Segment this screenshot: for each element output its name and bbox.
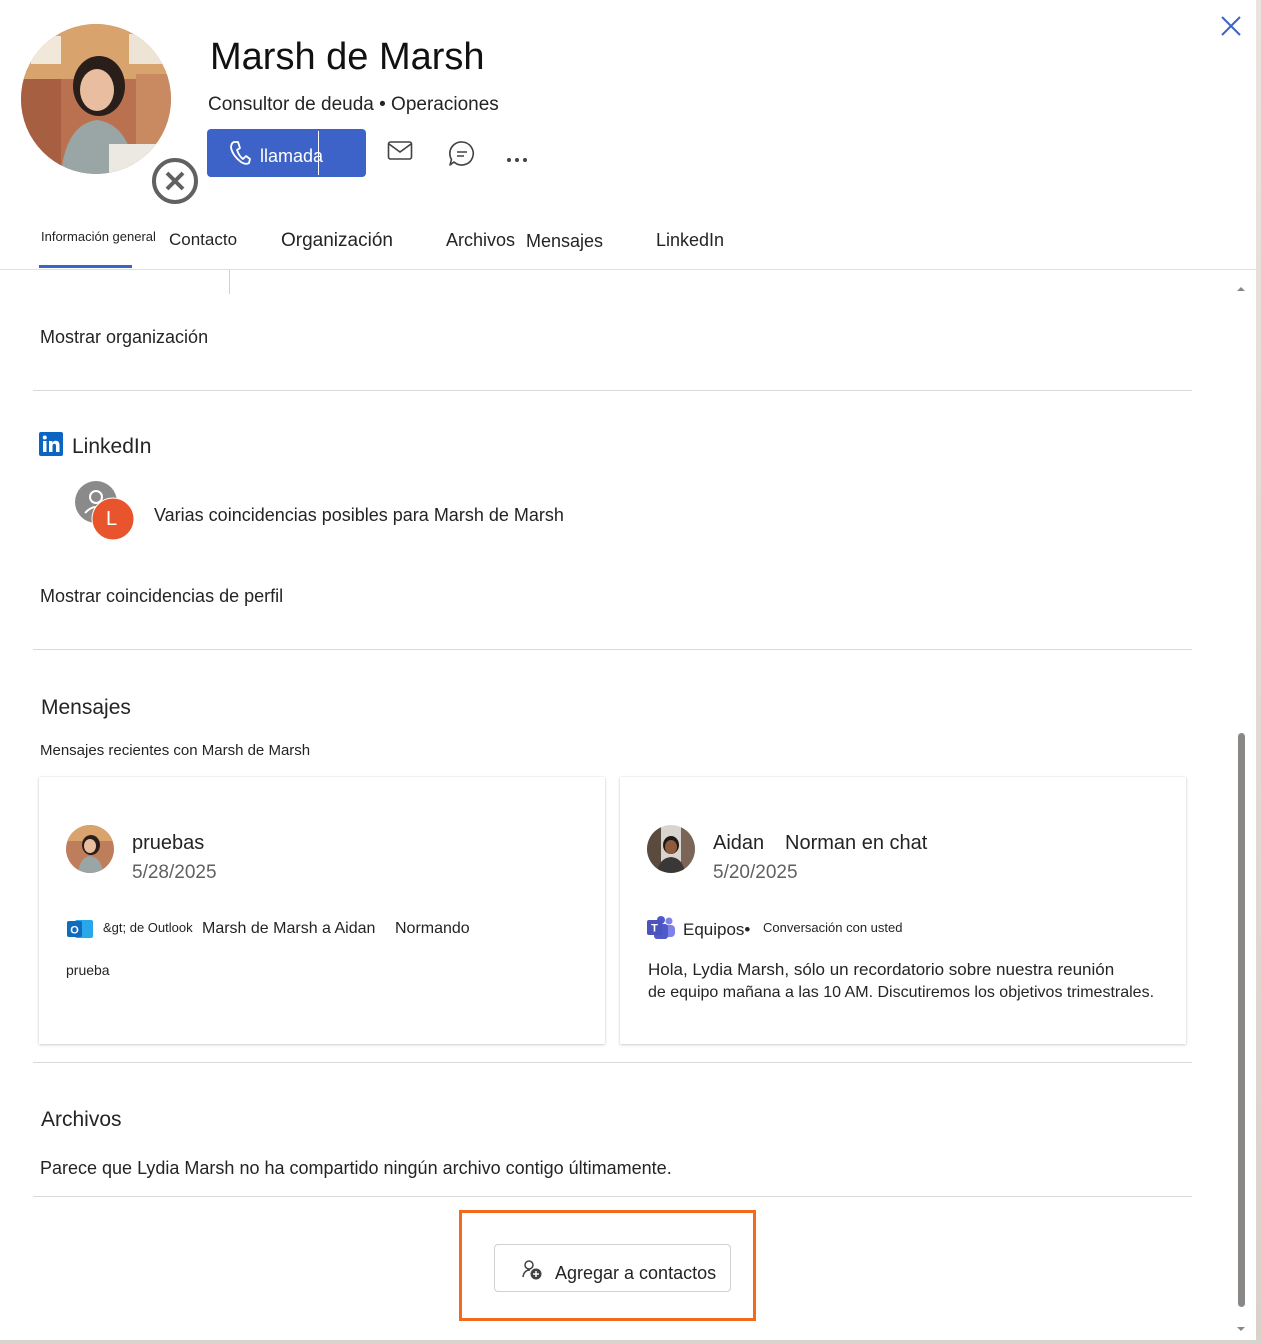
tab-overview[interactable]: Información general xyxy=(41,229,156,244)
linkedin-section-title: LinkedIn xyxy=(72,435,152,458)
contact-name: Marsh de Marsh xyxy=(210,36,485,78)
call-label: llamada xyxy=(260,146,324,166)
svg-text:O: O xyxy=(70,925,79,937)
teams-icon: T xyxy=(646,915,676,946)
show-profile-matches-link[interactable]: Mostrar coincidencias de perfil xyxy=(40,586,283,607)
linkedin-match-text: Varias coincidencias posibles para Marsh… xyxy=(154,505,564,525)
files-empty-text: Parece que Lydia Marsh no ha compartido … xyxy=(40,1158,672,1178)
section-divider xyxy=(33,649,1192,650)
call-split-divider xyxy=(318,131,319,175)
avatar xyxy=(21,24,200,206)
sender-avatar xyxy=(66,825,114,873)
section-divider xyxy=(33,1062,1192,1063)
message-card[interactable]: Aidan Norman en chat 5/20/2025 T Equipos… xyxy=(620,777,1186,1044)
message-body-line1: Hola, Lydia Marsh, sólo un recordatorio … xyxy=(648,960,1115,979)
outlook-icon: O xyxy=(66,917,94,946)
add-to-contacts-button[interactable]: Agregar a contactos xyxy=(494,1244,731,1292)
tab-contact[interactable]: Contacto xyxy=(169,230,237,250)
message-date: 5/28/2025 xyxy=(132,862,217,883)
section-divider xyxy=(33,1196,1192,1197)
org-connector-line xyxy=(229,270,230,294)
show-organization-link[interactable]: Mostrar organización xyxy=(40,327,208,348)
svg-text:T: T xyxy=(651,923,658,935)
message-body-line2: de equipo mañana a las 10 AM. Discutirem… xyxy=(648,984,1155,1001)
sender-avatar xyxy=(647,825,695,873)
tab-linkedin[interactable]: LinkedIn xyxy=(656,230,724,251)
scrollbar-thumb[interactable] xyxy=(1238,733,1245,1307)
tab-messages[interactable]: Mensajes xyxy=(526,231,603,252)
tab-files[interactable]: Archivos xyxy=(446,230,515,251)
add-contact-icon xyxy=(521,1259,543,1286)
contact-card: Marsh de Marsh Consultor de deuda • Oper… xyxy=(0,0,1256,1344)
more-icon[interactable] xyxy=(506,150,528,168)
message-body: prueba xyxy=(66,962,110,978)
messages-subtitle: Mensajes recientes con Marsh de Marsh xyxy=(40,742,311,759)
call-button[interactable]: llamada xyxy=(207,129,366,177)
message-date: 5/20/2025 xyxy=(713,862,798,883)
message-route-extra: Normando xyxy=(395,920,470,937)
tab-divider xyxy=(0,269,1256,270)
chat-icon[interactable] xyxy=(448,140,476,173)
add-to-contacts-label: Agregar a contactos xyxy=(555,1263,717,1283)
scroll-down-icon[interactable] xyxy=(1235,1320,1247,1338)
message-card[interactable]: pruebas 5/28/2025 O &gt; de Outlook Mars… xyxy=(39,777,605,1044)
linkedin-icon xyxy=(39,432,63,461)
files-section-title: Archivos xyxy=(41,1108,122,1131)
message-route: Marsh de Marsh a Aidan xyxy=(202,920,376,937)
linkedin-avatar-letter: L xyxy=(106,508,118,530)
message-title-extra: Norman en chat xyxy=(785,832,928,854)
message-source: Equipos• xyxy=(683,920,751,939)
message-source: &gt; de Outlook xyxy=(103,920,193,935)
message-route: Conversación con usted xyxy=(763,920,903,935)
close-icon[interactable] xyxy=(1218,13,1244,44)
message-title: Aidan xyxy=(713,832,765,854)
mail-icon[interactable] xyxy=(387,140,413,167)
messages-section-title: Mensajes xyxy=(41,696,131,719)
section-divider xyxy=(33,390,1192,391)
contact-subtitle: Consultor de deuda • Operaciones xyxy=(208,94,499,115)
scroll-up-icon[interactable] xyxy=(1235,280,1247,298)
active-tab-indicator xyxy=(39,265,132,268)
phone-icon xyxy=(229,140,251,171)
linkedin-match-avatar: L xyxy=(75,481,137,543)
background-strip xyxy=(0,1340,1261,1344)
tab-organization[interactable]: Organización xyxy=(281,230,393,252)
background-strip xyxy=(1256,0,1261,1344)
presence-offline-icon xyxy=(150,156,200,206)
message-title: pruebas xyxy=(132,832,205,854)
